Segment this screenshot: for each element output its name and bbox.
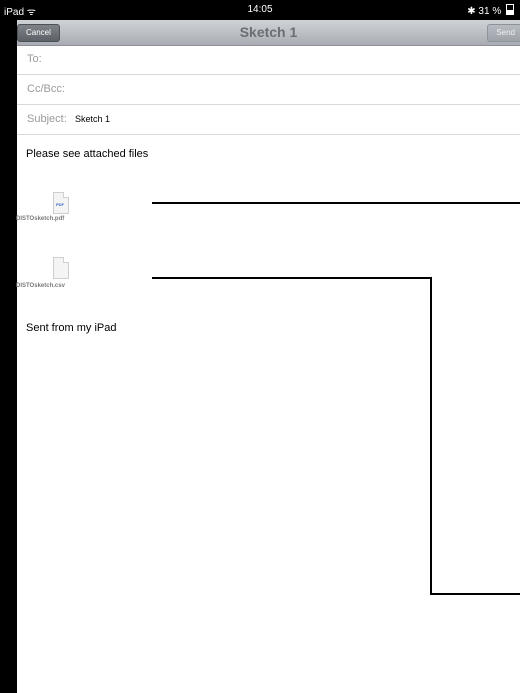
message-body-text[interactable]: Please see attached files	[26, 148, 148, 160]
clock: 14:05	[247, 4, 273, 15]
navigation-bar: Cancel Sketch 1 Send	[17, 20, 520, 46]
signature-text: Sent from my iPad	[26, 322, 117, 334]
battery-icon	[506, 4, 514, 15]
callout-line-csv-top	[152, 277, 432, 279]
attachment-pdf-name: DISTOsketch.pdf	[16, 216, 65, 222]
attachment-csv-name: DISTOsketch.csv	[16, 283, 65, 289]
callout-line-csv-vertical	[430, 277, 432, 595]
callout-line-pdf	[152, 202, 520, 204]
send-button[interactable]: Send	[487, 24, 520, 42]
ccbcc-field[interactable]: Cc/Bcc:	[17, 75, 520, 105]
battery-status: ✱ 31 %	[467, 4, 514, 17]
status-bar: iPad ᯤ 14:05 ✱ 31 %	[0, 0, 520, 20]
to-field[interactable]: To:	[17, 45, 520, 75]
bluetooth-icon: ✱	[467, 6, 476, 17]
csv-file-icon[interactable]	[53, 257, 69, 279]
subject-label: Subject:	[27, 113, 67, 125]
callout-line-csv-bottom	[430, 593, 520, 595]
to-label: To:	[27, 53, 42, 65]
ccbcc-label: Cc/Bcc:	[27, 83, 65, 95]
subject-value: Sketch 1	[75, 114, 111, 124]
subject-field[interactable]: Subject: Sketch 1	[17, 105, 520, 135]
compose-title: Sketch 1	[239, 24, 298, 40]
pdf-file-icon[interactable]: PDF	[53, 192, 69, 214]
